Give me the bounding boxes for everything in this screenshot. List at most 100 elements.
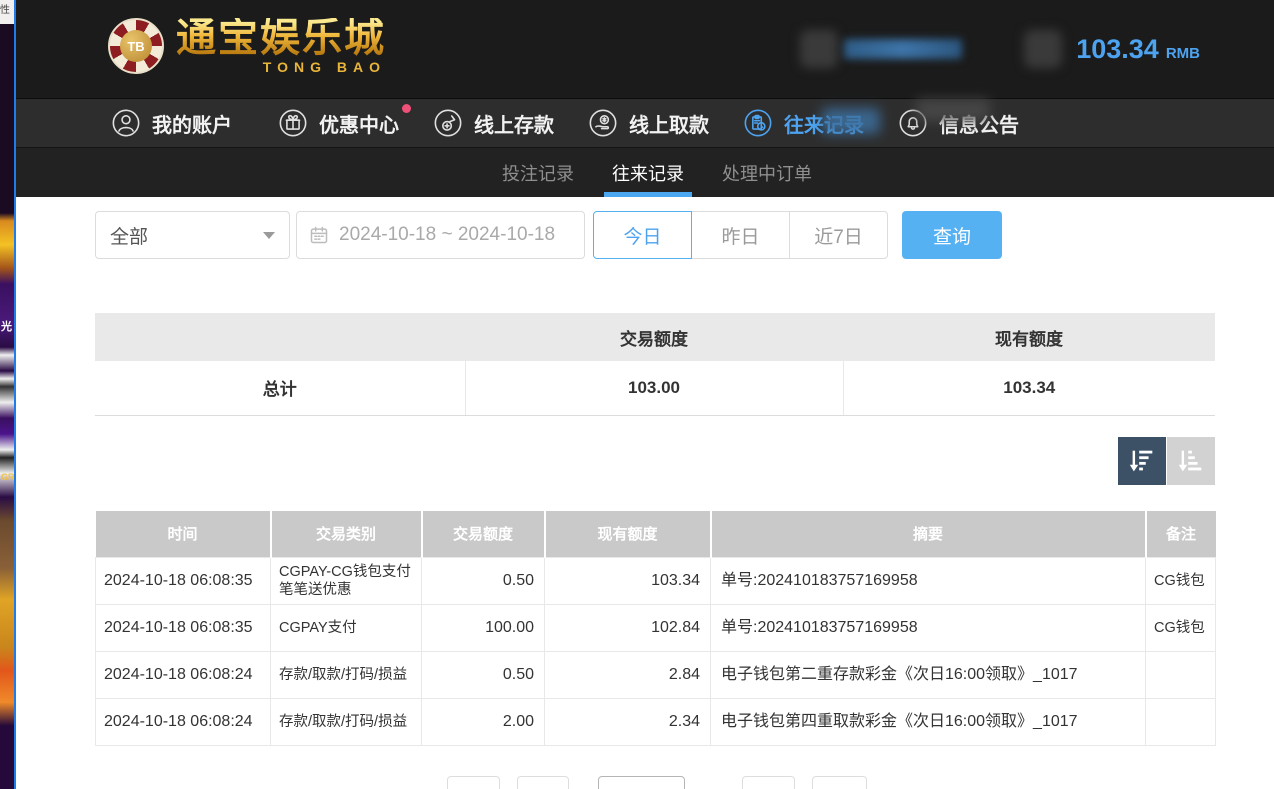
cell-remark <box>1146 652 1216 699</box>
summary-total-label: 总计 <box>95 361 465 415</box>
col-header-amount: 交易额度 <box>422 511 545 558</box>
cell-balance: 102.84 <box>545 605 711 652</box>
type-select[interactable]: 全部 <box>95 211 290 259</box>
summary-balance-total: 103.34 <box>843 361 1215 415</box>
pagination-last-button[interactable] <box>812 776 867 789</box>
record-tabs: 投注记录 往来记录 处理中订单 <box>16 148 1274 197</box>
summary-header-balance: 现有额度 <box>843 313 1215 361</box>
cell-time: 2024-10-18 06:08:24 <box>96 699 271 746</box>
sort-ascending-button[interactable] <box>1167 437 1215 485</box>
user-icon <box>111 108 141 138</box>
quick-today-button[interactable]: 今日 <box>593 211 692 259</box>
col-header-summary: 摘要 <box>711 511 1146 558</box>
pagination-page-select[interactable] <box>598 776 685 789</box>
nav-item-deposit[interactable]: 线上存款 <box>433 108 554 138</box>
tab-transaction-records[interactable]: 往来记录 <box>612 148 684 197</box>
chevron-down-icon <box>263 232 275 239</box>
avatar[interactable] <box>800 30 838 68</box>
balance-currency: RMB <box>1166 45 1200 62</box>
privacy-blur <box>822 108 880 134</box>
nav-item-label: 优惠中心 <box>319 109 399 138</box>
tab-pending-orders[interactable]: 处理中订单 <box>722 148 812 197</box>
date-range-value: 2024-10-18 ~ 2024-10-18 <box>339 224 555 246</box>
content-area: 全部 2024-10-18 ~ 2024-10-18 今日 <box>16 197 1274 789</box>
tab-bet-records[interactable]: 投注记录 <box>502 148 574 197</box>
header-account-area: 103.34 RMB <box>800 0 1274 98</box>
poker-chip-icon: TB <box>108 18 164 74</box>
main-page: TB 通宝娱乐城 TONG BAO 103.34 RMB <box>16 0 1274 789</box>
nav-item-promotions[interactable]: 优惠中心 <box>278 108 399 138</box>
quick-last7days-button[interactable]: 近7日 <box>789 211 888 259</box>
quick-yesterday-button[interactable]: 昨日 <box>691 211 790 259</box>
summary-header-empty <box>95 313 465 361</box>
type-select-value: 全部 <box>110 222 148 249</box>
summary-table: 交易额度 现有额度 总计 103.00 103.34 <box>95 313 1215 416</box>
cell-balance: 2.34 <box>545 699 711 746</box>
cell-category: 存款/取款/打码/损益 <box>271 699 422 746</box>
cell-remark: CG钱包 <box>1146 558 1216 605</box>
table-row: 2024-10-18 06:08:24 存款/取款/打码/损益 2.00 2.3… <box>96 699 1216 746</box>
background-fragment-text: 光 <box>1 318 12 334</box>
cell-summary: 单号:202410183757169958 <box>711 558 1146 605</box>
site-header: TB 通宝娱乐城 TONG BAO 103.34 RMB <box>16 0 1274 98</box>
nav-item-withdraw[interactable]: 线上取款 <box>588 108 709 138</box>
summary-header-transaction: 交易额度 <box>465 313 843 361</box>
cell-time: 2024-10-18 06:08:24 <box>96 652 271 699</box>
pagination <box>95 776 1215 789</box>
cell-summary: 单号:202410183757169958 <box>711 605 1146 652</box>
summary-total-row: 总计 103.00 103.34 <box>95 361 1215 415</box>
cell-category: CGPAY支付 <box>271 605 422 652</box>
site-logo[interactable]: TB 通宝娱乐城 TONG BAO <box>108 18 386 74</box>
balance-amount: 103.34 <box>1076 34 1159 65</box>
background-fragment-text: GR <box>1 472 14 482</box>
records-header-row: 时间 交易类别 交易额度 现有额度 摘要 备注 <box>96 511 1216 558</box>
notification-dot <box>402 104 411 113</box>
quick-button-label: 近7日 <box>814 222 863 249</box>
cell-amount: 100.00 <box>422 605 545 652</box>
background-window-fragment: 光 GR <box>0 0 14 789</box>
cell-time: 2024-10-18 06:08:35 <box>96 605 271 652</box>
cell-summary: 电子钱包第二重存款彩金《次日16:00领取》_1017 <box>711 652 1146 699</box>
privacy-blur <box>916 99 990 121</box>
date-range-input[interactable]: 2024-10-18 ~ 2024-10-18 <box>296 211 585 259</box>
wallet-icon[interactable] <box>1024 30 1062 68</box>
pagination-first-button[interactable] <box>447 776 500 789</box>
sort-descending-button[interactable] <box>1118 437 1166 485</box>
tab-label: 处理中订单 <box>722 160 812 186</box>
cell-amount: 0.50 <box>422 652 545 699</box>
cell-amount: 2.00 <box>422 699 545 746</box>
nav-item-label: 线上取款 <box>629 109 709 138</box>
main-nav: 我的账户 优惠中心 线上存款 线上取款 <box>16 98 1274 148</box>
summary-header-row: 交易额度 现有额度 <box>95 313 1215 361</box>
sort-descending-icon <box>1127 446 1157 476</box>
balance-display: 103.34 RMB <box>1076 34 1200 65</box>
cell-balance: 2.84 <box>545 652 711 699</box>
search-button[interactable]: 查询 <box>902 211 1002 259</box>
username-redacted <box>844 39 962 59</box>
sort-controls <box>95 437 1215 485</box>
table-row: 2024-10-18 06:08:35 CGPAY-CG钱包支付笔笔送优惠 0.… <box>96 558 1216 605</box>
col-header-category: 交易类别 <box>271 511 422 558</box>
tab-label: 往来记录 <box>612 160 684 186</box>
col-header-time: 时间 <box>96 511 271 558</box>
sort-ascending-icon <box>1176 446 1206 476</box>
logo-title: 通宝娱乐城 <box>176 18 386 58</box>
logo-text: 通宝娱乐城 TONG BAO <box>176 18 386 74</box>
nav-item-my-account[interactable]: 我的账户 <box>111 108 232 138</box>
gift-icon <box>278 108 308 138</box>
quick-button-label: 今日 <box>623 222 661 249</box>
col-header-balance: 现有额度 <box>545 511 711 558</box>
cell-category: 存款/取款/打码/损益 <box>271 652 422 699</box>
table-row: 2024-10-18 06:08:35 CGPAY支付 100.00 102.8… <box>96 605 1216 652</box>
deposit-icon <box>433 108 463 138</box>
records-table: 时间 交易类别 交易额度 现有额度 摘要 备注 2024-10-18 06:08… <box>95 511 1216 747</box>
pagination-next-button[interactable] <box>742 776 795 789</box>
filter-row: 全部 2024-10-18 ~ 2024-10-18 今日 <box>95 211 1215 259</box>
cell-category: CGPAY-CG钱包支付笔笔送优惠 <box>271 558 422 605</box>
cell-remark: CG钱包 <box>1146 605 1216 652</box>
nav-item-label: 线上存款 <box>474 109 554 138</box>
cell-balance: 103.34 <box>545 558 711 605</box>
cell-amount: 0.50 <box>422 558 545 605</box>
pagination-prev-button[interactable] <box>517 776 569 789</box>
quick-button-label: 昨日 <box>721 222 759 249</box>
